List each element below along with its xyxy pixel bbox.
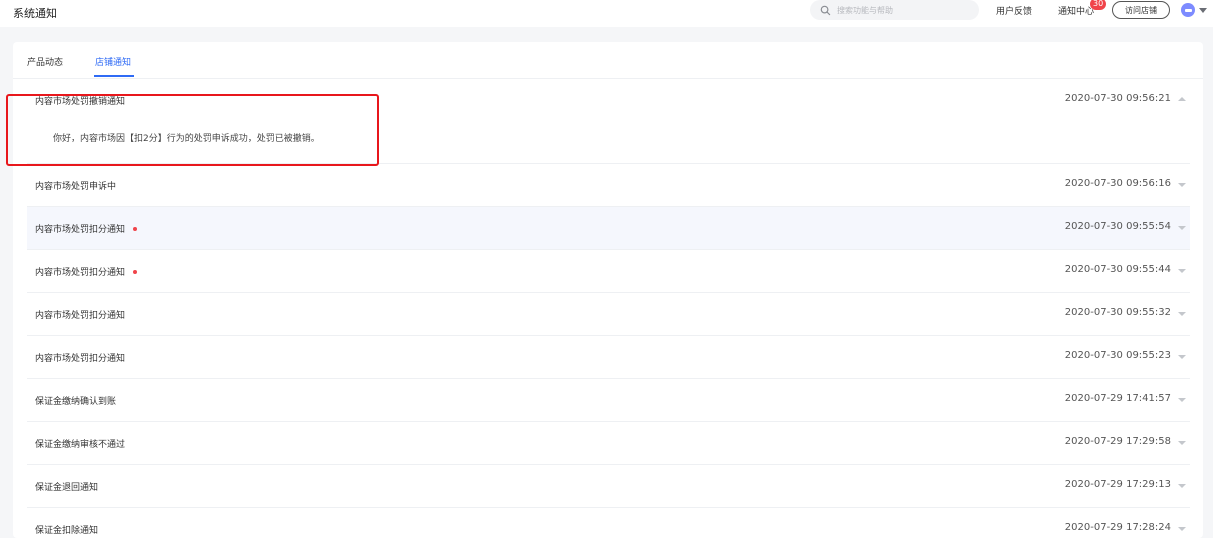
chevron-down-icon[interactable]: [1178, 527, 1186, 531]
notification-panel: 产品动态 店铺通知 内容市场处罚撤销通知 2020-07-30 09:56:21…: [13, 42, 1203, 538]
notice-center-link[interactable]: 通知中心: [1058, 4, 1094, 17]
chevron-down-icon[interactable]: [1178, 484, 1186, 488]
notification-time: 2020-07-30 09:55:23: [1064, 350, 1171, 361]
notification-time: 2020-07-30 09:55:32: [1064, 307, 1171, 318]
chevron-down-icon[interactable]: [1178, 355, 1186, 359]
notification-row[interactable]: 内容市场处罚扣分通知 2020-07-30 09:55:23: [27, 336, 1190, 379]
unread-dot: [133, 226, 138, 231]
chevron-up-icon[interactable]: [1178, 97, 1186, 101]
chevron-down-icon[interactable]: [1178, 226, 1186, 230]
notification-time: 2020-07-29 17:28:24: [1064, 522, 1171, 533]
avatar-icon[interactable]: [1181, 3, 1195, 17]
notification-title: 内容市场处罚扣分通知: [35, 268, 126, 278]
notification-title: 内容市场处罚撤销通知: [35, 97, 126, 107]
chevron-down-icon[interactable]: [1178, 312, 1186, 316]
page-title: 系统通知: [13, 7, 57, 20]
notification-title: 内容市场处罚扣分通知: [35, 354, 126, 364]
search-box[interactable]: [810, 0, 979, 20]
notification-title: 保证金缴纳确认到账: [35, 397, 117, 407]
notification-time: 2020-07-29 17:29:58: [1064, 436, 1171, 447]
tab-bar: 产品动态 店铺通知: [13, 42, 1203, 79]
notification-title-wrap: 内容市场处罚扣分通知: [35, 265, 138, 278]
notification-title: 内容市场处罚申诉中: [35, 182, 117, 192]
notification-time: 2020-07-30 09:55:54: [1064, 221, 1171, 232]
notification-row[interactable]: 保证金缴纳确认到账 2020-07-29 17:41:57: [27, 379, 1190, 422]
notification-body: 你好，内容市场因【扣2分】行为的处罚申诉成功，处罚已被撤销。: [53, 134, 320, 144]
notification-title: 内容市场处罚扣分通知: [35, 225, 126, 235]
chevron-down-icon[interactable]: [1178, 398, 1186, 402]
chevron-down-icon[interactable]: [1199, 8, 1207, 13]
notification-row[interactable]: 内容市场处罚扣分通知 2020-07-30 09:55:44: [27, 250, 1190, 293]
top-bar: 系统通知 用户反馈 通知中心 30 访问店铺: [0, 0, 1213, 27]
chevron-down-icon[interactable]: [1178, 269, 1186, 273]
chevron-down-icon[interactable]: [1178, 183, 1186, 187]
notification-time: 2020-07-29 17:29:13: [1064, 479, 1171, 490]
notice-count-badge: 30: [1090, 0, 1107, 10]
notification-row[interactable]: 内容市场处罚申诉中 2020-07-30 09:56:16: [27, 164, 1190, 207]
notification-title: 内容市场处罚扣分通知: [35, 311, 126, 321]
notification-row[interactable]: 保证金退回通知 2020-07-29 17:29:13: [27, 465, 1190, 508]
notification-row[interactable]: 保证金扣除通知 2020-07-29 17:28:24: [27, 508, 1190, 538]
notification-title: 保证金缴纳审核不通过: [35, 440, 126, 450]
chevron-down-icon[interactable]: [1178, 441, 1186, 445]
unread-dot: [133, 269, 138, 274]
feedback-link[interactable]: 用户反馈: [996, 4, 1032, 17]
notification-row[interactable]: 内容市场处罚扣分通知 2020-07-30 09:55:32: [27, 293, 1190, 336]
notification-row[interactable]: 内容市场处罚撤销通知 2020-07-30 09:56:21 你好，内容市场因【…: [27, 79, 1190, 164]
notification-title: 保证金扣除通知: [35, 526, 99, 536]
notice-center-label: 通知中心: [1058, 7, 1095, 17]
notification-row[interactable]: 内容市场处罚扣分通知 2020-07-30 09:55:54: [27, 207, 1190, 250]
notification-title-wrap: 内容市场处罚扣分通知: [35, 222, 138, 235]
notification-title: 保证金退回通知: [35, 483, 99, 493]
search-input[interactable]: [837, 5, 967, 15]
active-tab-indicator: [94, 75, 134, 77]
notification-row[interactable]: 保证金缴纳审核不通过 2020-07-29 17:29:58: [27, 422, 1190, 465]
visit-store-button[interactable]: 访问店铺: [1112, 1, 1170, 19]
tab-product-updates[interactable]: 产品动态: [27, 55, 63, 68]
notification-time: 2020-07-30 09:56:21: [1064, 93, 1171, 104]
notification-time: 2020-07-30 09:56:16: [1064, 178, 1171, 189]
tab-store-notices[interactable]: 店铺通知: [95, 55, 131, 68]
search-icon: [820, 5, 831, 15]
notification-time: 2020-07-29 17:41:57: [1064, 393, 1171, 404]
notification-time: 2020-07-30 09:55:44: [1064, 264, 1171, 275]
